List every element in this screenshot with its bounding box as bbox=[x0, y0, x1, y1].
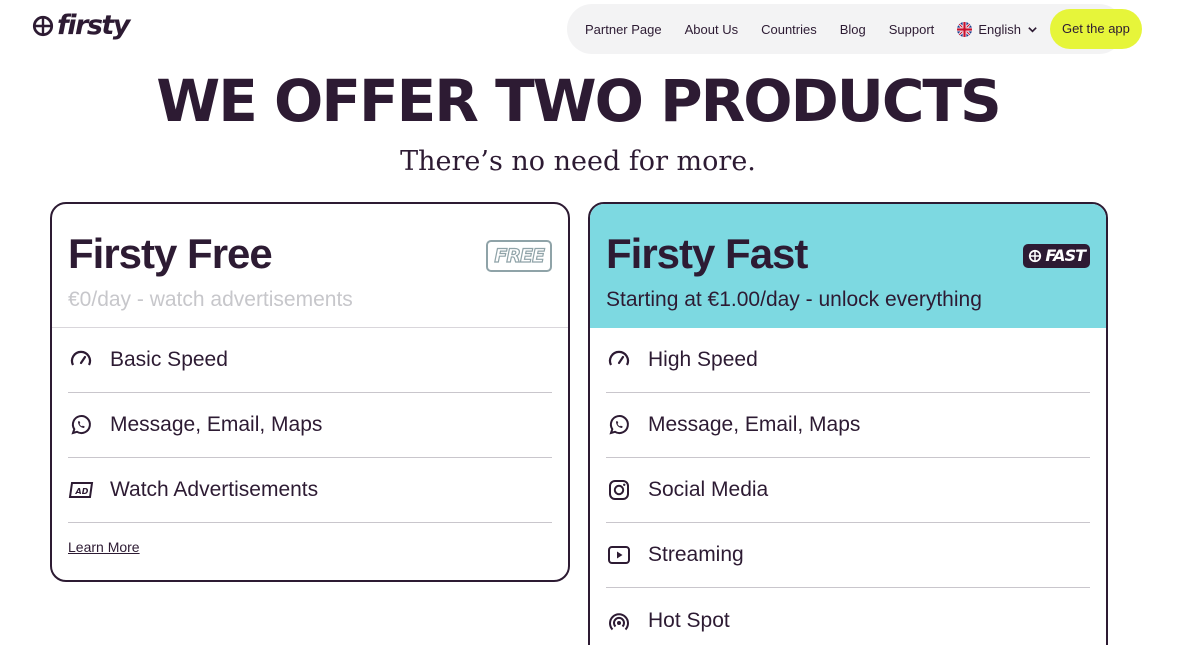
list-item: Message, Email, Maps bbox=[606, 393, 1090, 458]
speedometer-icon bbox=[68, 347, 94, 373]
globe-icon bbox=[1029, 249, 1042, 263]
feature-label: Message, Email, Maps bbox=[110, 413, 323, 436]
nav-support[interactable]: Support bbox=[889, 22, 935, 37]
firsty-free-card: Firsty Free FREE €0/day - watch advertis… bbox=[50, 202, 570, 582]
top-nav: Partner Page About Us Countries Blog Sup… bbox=[567, 4, 1142, 54]
fast-badge-label: FAST bbox=[1045, 246, 1086, 265]
list-item: Hot Spot bbox=[606, 588, 1090, 645]
free-card-title: Firsty Free bbox=[68, 230, 273, 277]
speedometer-icon bbox=[606, 347, 632, 373]
firsty-fast-card: Firsty Fast FAST Starting at €1.00/day -… bbox=[588, 202, 1108, 645]
language-selector[interactable]: English bbox=[957, 21, 1038, 37]
list-item: High Speed bbox=[606, 328, 1090, 393]
learn-more-link[interactable]: Learn More bbox=[68, 539, 552, 555]
list-item: Social Media bbox=[606, 458, 1090, 523]
feature-label: Streaming bbox=[648, 543, 744, 566]
feature-label: High Speed bbox=[648, 348, 758, 371]
nav-countries[interactable]: Countries bbox=[761, 22, 817, 37]
nav-blog[interactable]: Blog bbox=[840, 22, 866, 37]
free-feature-list: Basic Speed Message, Email, Maps AD Watc… bbox=[52, 328, 568, 523]
list-item: Basic Speed bbox=[68, 328, 552, 393]
free-card-header: Firsty Free FREE €0/day - watch advertis… bbox=[52, 204, 568, 328]
fast-badge: FAST bbox=[1023, 244, 1090, 268]
get-the-app-button[interactable]: Get the app bbox=[1049, 9, 1142, 49]
list-item: AD Watch Advertisements bbox=[68, 458, 552, 523]
ad-icon: AD bbox=[68, 477, 94, 503]
firsty-logo[interactable]: firsty bbox=[32, 10, 130, 41]
page-subtitle: There’s no need for more. bbox=[400, 146, 756, 177]
hotspot-icon bbox=[606, 608, 632, 634]
fast-card-header: Firsty Fast FAST Starting at €1.00/day -… bbox=[590, 204, 1106, 328]
free-badge: FREE bbox=[486, 240, 552, 272]
whatsapp-icon bbox=[68, 412, 94, 438]
uk-flag-icon bbox=[957, 21, 973, 37]
page-title: WE OFFER TWO PRODUCTS bbox=[156, 67, 1001, 135]
globe-icon bbox=[32, 15, 54, 36]
brand-name: firsty bbox=[57, 10, 130, 41]
feature-label: Watch Advertisements bbox=[110, 478, 319, 501]
feature-label: Basic Speed bbox=[110, 348, 228, 371]
svg-text:AD: AD bbox=[75, 487, 89, 496]
list-item: Message, Email, Maps bbox=[68, 393, 552, 458]
whatsapp-icon bbox=[606, 412, 632, 438]
language-label: English bbox=[978, 21, 1021, 37]
play-icon bbox=[606, 542, 632, 568]
feature-label: Message, Email, Maps bbox=[648, 413, 861, 436]
feature-label: Hot Spot bbox=[648, 608, 730, 632]
nav-about-us[interactable]: About Us bbox=[685, 22, 738, 37]
list-item: Streaming bbox=[606, 523, 1090, 588]
fast-card-title: Firsty Fast bbox=[606, 230, 808, 277]
feature-label: Social Media bbox=[648, 478, 769, 501]
fast-card-price: Starting at €1.00/day - unlock everythin… bbox=[606, 288, 982, 311]
instagram-icon bbox=[606, 477, 632, 503]
nav-partner-page[interactable]: Partner Page bbox=[585, 22, 662, 37]
fast-feature-list: High Speed Message, Email, Maps Social M… bbox=[590, 328, 1106, 645]
chevron-down-icon bbox=[1028, 26, 1037, 33]
free-card-price: €0/day - watch advertisements bbox=[68, 288, 353, 311]
